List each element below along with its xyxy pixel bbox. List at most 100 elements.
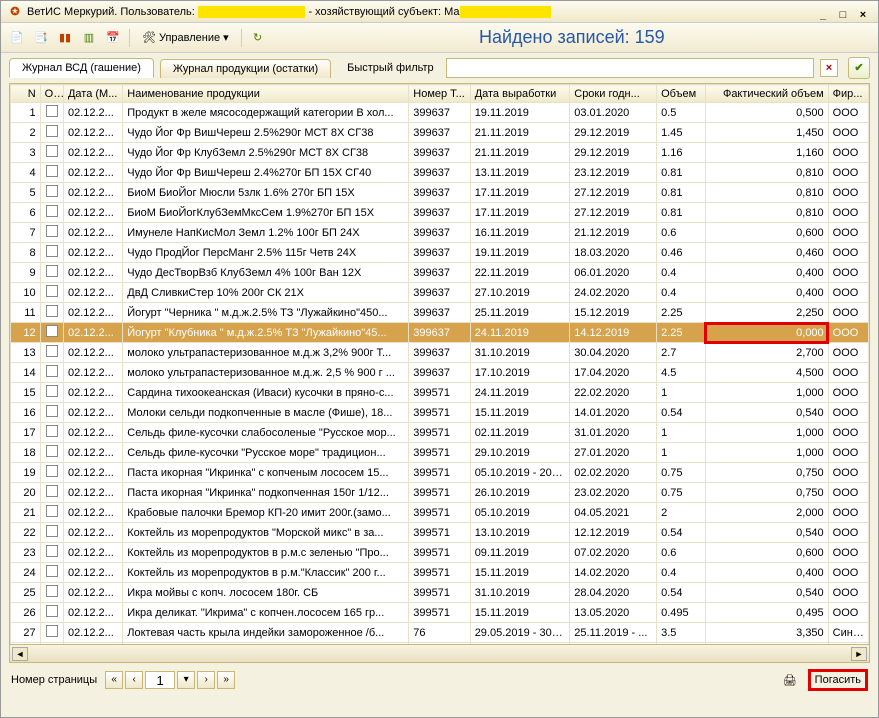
cell-checkbox[interactable]: [40, 223, 63, 243]
print-icon[interactable]: 🖨: [780, 670, 800, 690]
cell-fvol[interactable]: 4,500: [705, 363, 828, 383]
sort-icon[interactable]: ▥: [79, 28, 99, 48]
table-row[interactable]: 1402.12.2...молоко ультрапастеризованное…: [11, 363, 869, 383]
col-n[interactable]: N: [11, 85, 41, 103]
cell-fvol[interactable]: 0,540: [705, 523, 828, 543]
cell-checkbox[interactable]: [40, 483, 63, 503]
cell-fvol[interactable]: 0,540: [705, 403, 828, 423]
cell-fvol[interactable]: 2,000: [705, 503, 828, 523]
col-date[interactable]: Дата (М...: [63, 85, 122, 103]
cell-fvol[interactable]: 0,540: [705, 583, 828, 603]
calendar-icon[interactable]: 📅: [103, 28, 123, 48]
cell-fvol[interactable]: 0,400: [705, 563, 828, 583]
col-dv[interactable]: Дата выработки: [470, 85, 570, 103]
table-row[interactable]: 902.12.2...Чудо ДесТворВзб КлубЗемл 4% 1…: [11, 263, 869, 283]
cell-checkbox[interactable]: [40, 443, 63, 463]
table-row[interactable]: 602.12.2...БиоМ БиоЙогКлубЗемМксСем 1.9%…: [11, 203, 869, 223]
filter-clear-button[interactable]: ×: [820, 59, 838, 77]
table-row[interactable]: 402.12.2...Чудо Йог Фр ВишЧереш 2.4%270г…: [11, 163, 869, 183]
table-row[interactable]: 2302.12.2...Коктейль из морепродуктов в …: [11, 543, 869, 563]
cell-checkbox[interactable]: [40, 283, 63, 303]
table-row[interactable]: 1902.12.2...Паста икорная "Икринка" с ко…: [11, 463, 869, 483]
pager-last[interactable]: »: [217, 671, 235, 689]
table-row[interactable]: 1302.12.2...молоко ультрапастеризованное…: [11, 343, 869, 363]
table-row[interactable]: 302.12.2...Чудо Йог Фр КлубЗемл 2.5%290г…: [11, 143, 869, 163]
new-icon[interactable]: 📄: [7, 28, 27, 48]
cell-checkbox[interactable]: [40, 263, 63, 283]
pager-dropdown[interactable]: ▾: [177, 671, 195, 689]
cell-fvol[interactable]: 1,160: [705, 143, 828, 163]
table-row[interactable]: 1502.12.2...Сардина тихоокеанская (Иваси…: [11, 383, 869, 403]
cell-fvol[interactable]: 1,450: [705, 123, 828, 143]
cell-checkbox[interactable]: [40, 323, 63, 343]
filter-apply-button[interactable]: ✔: [848, 57, 870, 79]
table-row[interactable]: 2502.12.2...Икра мойвы с копч. лососем 1…: [11, 583, 869, 603]
cell-checkbox[interactable]: [40, 103, 63, 123]
cell-fvol[interactable]: 0,000: [705, 323, 828, 343]
table-row[interactable]: 2102.12.2...Крабовые палочки Бремор КП-2…: [11, 503, 869, 523]
cell-fvol[interactable]: 0,600: [705, 543, 828, 563]
pager-first[interactable]: «: [105, 671, 123, 689]
cell-fvol[interactable]: 0,400: [705, 283, 828, 303]
cell-checkbox[interactable]: [40, 563, 63, 583]
cell-checkbox[interactable]: [40, 123, 63, 143]
horizontal-scrollbar[interactable]: ◄ ►: [10, 644, 869, 662]
cell-checkbox[interactable]: [40, 423, 63, 443]
cell-checkbox[interactable]: [40, 303, 63, 323]
scroll-right-icon[interactable]: ►: [851, 647, 867, 661]
table-row[interactable]: 1002.12.2...ДвД СливкиСтер 10% 200г СК 2…: [11, 283, 869, 303]
table-row[interactable]: 2402.12.2...Коктейль из морепродуктов в …: [11, 563, 869, 583]
col-nomt[interactable]: Номер Т...: [409, 85, 470, 103]
copy-icon[interactable]: 📑: [31, 28, 51, 48]
cell-checkbox[interactable]: [40, 163, 63, 183]
tab-products[interactable]: Журнал продукции (остатки): [160, 59, 331, 78]
cell-fvol[interactable]: 0,810: [705, 163, 828, 183]
cell-fvol[interactable]: 0,600: [705, 223, 828, 243]
col-firm[interactable]: Фир...: [828, 85, 868, 103]
cell-checkbox[interactable]: [40, 603, 63, 623]
pager-next[interactable]: ›: [197, 671, 215, 689]
cell-fvol[interactable]: 3,350: [705, 623, 828, 643]
table-row[interactable]: 502.12.2...БиоМ БиоЙог Мюсли 5злк 1.6% 2…: [11, 183, 869, 203]
cell-fvol[interactable]: 0,460: [705, 243, 828, 263]
table-row[interactable]: 2702.12.2...Локтевая часть крыла индейки…: [11, 623, 869, 643]
cell-checkbox[interactable]: [40, 343, 63, 363]
tab-vsd[interactable]: Журнал ВСД (гашение): [9, 58, 154, 78]
cell-checkbox[interactable]: [40, 523, 63, 543]
pager-prev[interactable]: ‹: [125, 671, 143, 689]
cell-checkbox[interactable]: [40, 403, 63, 423]
cell-fvol[interactable]: 0,750: [705, 483, 828, 503]
scroll-left-icon[interactable]: ◄: [12, 647, 28, 661]
table-row[interactable]: 2202.12.2...Коктейль из морепродуктов "М…: [11, 523, 869, 543]
refresh-icon[interactable]: ↻: [248, 28, 268, 48]
table-row[interactable]: 1102.12.2...Йогурт "Черника " м.д.ж.2.5%…: [11, 303, 869, 323]
cell-checkbox[interactable]: [40, 583, 63, 603]
cell-fvol[interactable]: 2,700: [705, 343, 828, 363]
pager-input[interactable]: [145, 671, 175, 689]
table-row[interactable]: 1202.12.2...Йогурт "Клубника " м.д.ж.2.5…: [11, 323, 869, 343]
table-row[interactable]: 702.12.2...Имунеле НапКисМол Земл 1.2% 1…: [11, 223, 869, 243]
manage-menu[interactable]: 🛠 Управление ▾: [136, 28, 235, 48]
table-row[interactable]: 1802.12.2...Сельдь филе-кусочки "Русское…: [11, 443, 869, 463]
table-row[interactable]: 2002.12.2...Паста икорная "Икринка" подк…: [11, 483, 869, 503]
cell-fvol[interactable]: 1,000: [705, 423, 828, 443]
cell-checkbox[interactable]: [40, 243, 63, 263]
col-fvol[interactable]: Фактический объем: [705, 85, 828, 103]
cell-fvol[interactable]: 0,810: [705, 183, 828, 203]
col-name[interactable]: Наименование продукции: [123, 85, 409, 103]
cell-fvol[interactable]: 0,500: [705, 103, 828, 123]
cell-checkbox[interactable]: [40, 623, 63, 643]
cell-checkbox[interactable]: [40, 363, 63, 383]
cell-fvol[interactable]: 0,400: [705, 263, 828, 283]
cell-fvol[interactable]: 0,750: [705, 463, 828, 483]
cell-fvol[interactable]: 0,810: [705, 203, 828, 223]
table-row[interactable]: 202.12.2...Чудо Йог Фр ВишЧереш 2.5%290г…: [11, 123, 869, 143]
col-check[interactable]: О...: [40, 85, 63, 103]
cell-fvol[interactable]: 1,000: [705, 383, 828, 403]
filter-input[interactable]: [446, 58, 814, 78]
table-row[interactable]: 1602.12.2...Молоки сельди подкопченные в…: [11, 403, 869, 423]
table-row[interactable]: 102.12.2...Продукт в желе мясосодержащий…: [11, 103, 869, 123]
cell-fvol[interactable]: 2,250: [705, 303, 828, 323]
cell-fvol[interactable]: 1,000: [705, 443, 828, 463]
col-sg[interactable]: Сроки годн...: [570, 85, 657, 103]
